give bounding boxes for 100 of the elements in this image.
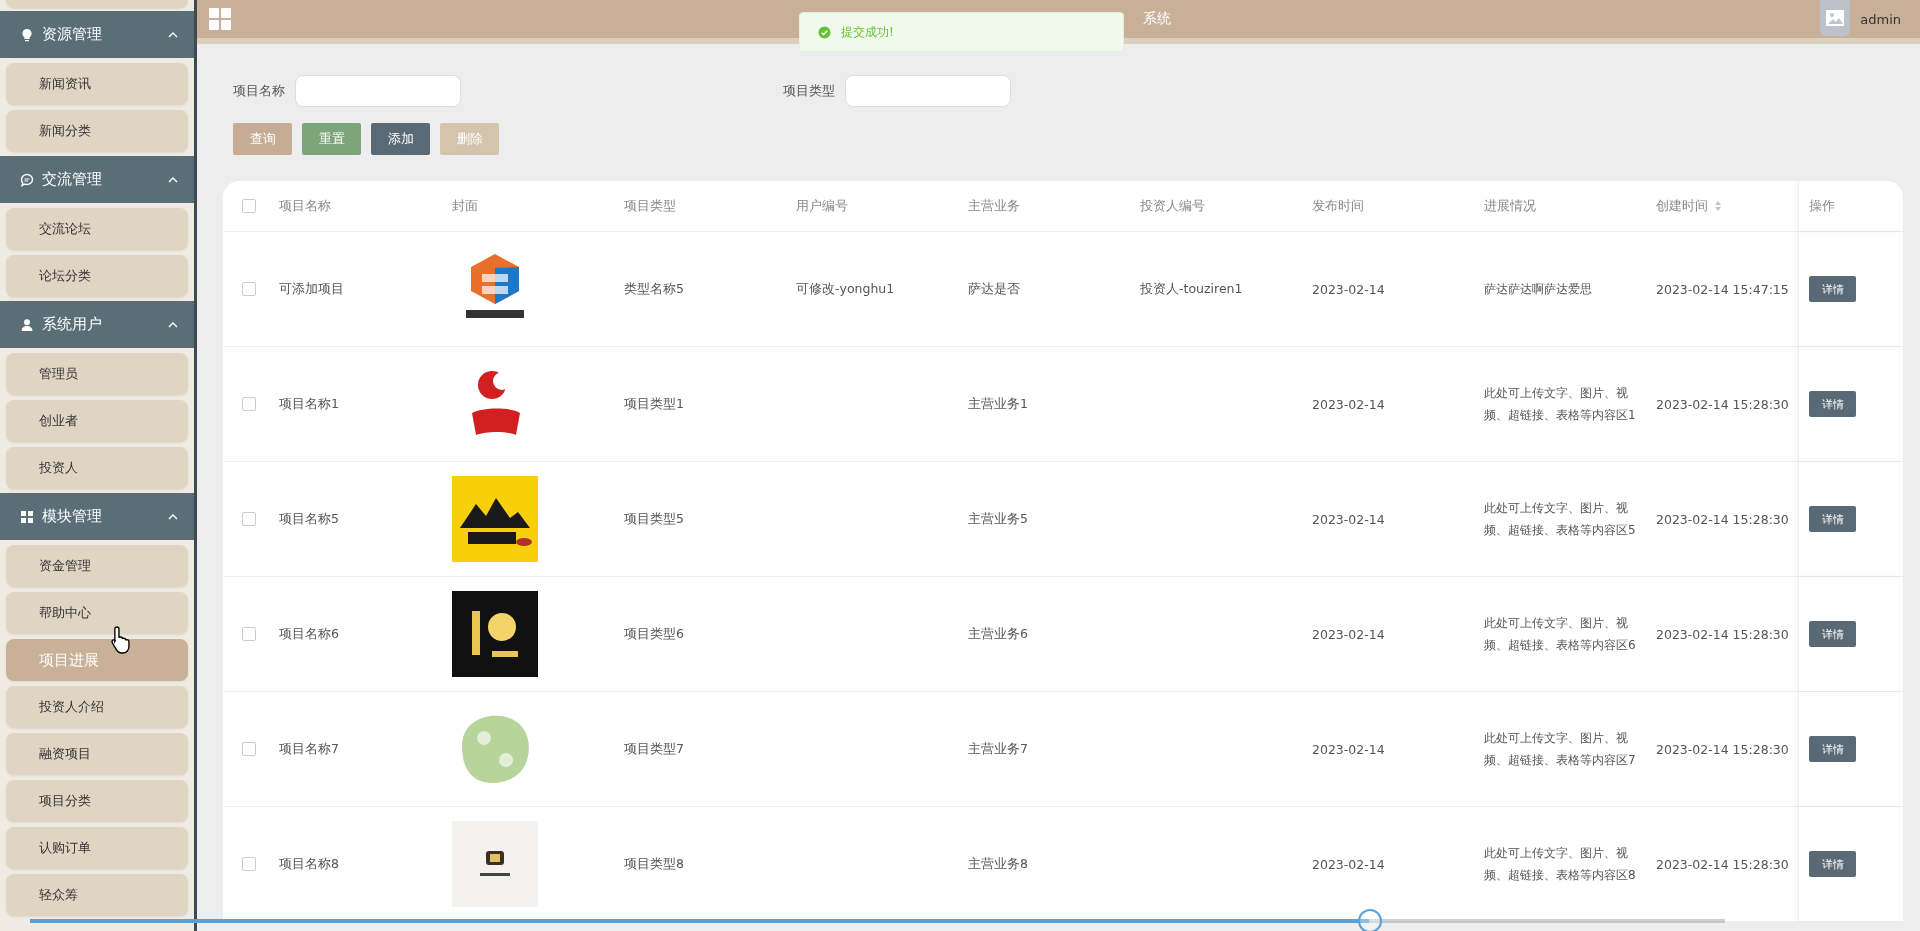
table-cell: 主营业务1 — [968, 395, 1028, 413]
menu-group-header[interactable]: 系统用户 — [0, 301, 194, 348]
column-header: 操作 — [1809, 197, 1835, 215]
menu-item[interactable]: 管理员 — [6, 353, 188, 395]
details-button[interactable]: 详情 — [1809, 736, 1856, 762]
caret-icon — [168, 321, 178, 328]
table-cell: 项目类型6 — [624, 625, 684, 643]
table-cell-text: 此处可上传文字、图片、视频、超链接、表格等内容区7 — [1484, 730, 1637, 769]
column-header: 进展情况 — [1484, 197, 1536, 215]
caret-icon — [168, 31, 178, 38]
menu-item[interactable]: 新闻分类 — [6, 110, 188, 152]
table-cell: 主营业务7 — [968, 740, 1028, 758]
table-cell: 2023-02-14 15:28:30 — [1656, 396, 1789, 412]
table-cell: 萨达是否 — [968, 280, 1020, 298]
checkbox[interactable] — [242, 627, 256, 641]
details-button[interactable]: 详情 — [1809, 621, 1856, 647]
table-cell: 2023-02-14 15:47:15 — [1656, 281, 1789, 297]
table-cell-text: 此处可上传文字、图片、视频、超链接、表格等内容区6 — [1484, 615, 1637, 654]
menu-item[interactable]: 创业者 — [6, 400, 188, 442]
checkbox[interactable] — [242, 282, 256, 296]
table-cell: 2023-02-14 — [1312, 741, 1385, 757]
table-cell: 项目名称6 — [279, 625, 339, 643]
table-cell: 2023-02-14 — [1312, 856, 1385, 872]
field-label: 项目名称 — [233, 82, 285, 100]
column-header: 发布时间 — [1312, 197, 1364, 215]
input-field[interactable] — [295, 75, 461, 107]
bulb-icon — [20, 27, 34, 42]
caret-icon — [168, 176, 178, 183]
avatar[interactable] — [1820, 0, 1851, 36]
table-cell-text: 此处可上传文字、图片、视频、超链接、表格等内容区8 — [1484, 845, 1637, 884]
checkbox[interactable] — [242, 199, 256, 213]
checkbox[interactable] — [242, 397, 256, 411]
menu-item[interactable]: 投资人介绍 — [6, 686, 188, 728]
caret-icon — [168, 513, 178, 520]
column-header: 封面 — [452, 197, 478, 215]
details-button[interactable]: 详情 — [1809, 391, 1856, 417]
menu-group-title: 资源管理 — [42, 25, 103, 44]
grid-icon[interactable] — [209, 8, 231, 30]
add-button[interactable]: 添加 — [371, 123, 430, 155]
table-cell: 主营业务6 — [968, 625, 1028, 643]
table-cell: 2023-02-14 — [1312, 511, 1385, 527]
menu-group-header[interactable]: 模块管理 — [0, 493, 194, 540]
column-header: 用户编号 — [796, 197, 848, 215]
table-cell: 项目名称1 — [279, 395, 339, 413]
menu-group-title: 交流管理 — [42, 170, 103, 189]
table-cell: 2023-02-14 15:28:30 — [1656, 856, 1789, 872]
column-header[interactable]: 创建时间 — [1656, 197, 1708, 215]
menu-item[interactable]: 认购订单 — [6, 827, 188, 869]
table-cell: 项目类型5 — [624, 510, 684, 528]
menu-item[interactable] — [6, 0, 188, 9]
video-progress-track[interactable] — [30, 909, 1725, 931]
table-cell: 项目类型7 — [624, 740, 684, 758]
checkbox[interactable] — [242, 512, 256, 526]
table-cell: 类型名称5 — [624, 280, 684, 298]
details-button[interactable]: 详情 — [1809, 276, 1856, 302]
table-cell: 可添加项目 — [279, 280, 344, 298]
menu-item[interactable]: 论坛分类 — [6, 255, 188, 297]
table-cell: 项目名称8 — [279, 855, 339, 873]
table-cell: 2023-02-14 — [1312, 281, 1385, 297]
menu-item[interactable]: 交流论坛 — [6, 208, 188, 250]
menu-item[interactable]: 轻众筹 — [6, 874, 188, 916]
column-header: 项目类型 — [624, 197, 676, 215]
table-cell-text: 萨达萨达啊萨达爱思 — [1484, 281, 1593, 298]
table-cell-text: 此处可上传文字、图片、视频、超链接、表格等内容区5 — [1484, 500, 1637, 539]
table-cell: 2023-02-14 15:28:30 — [1656, 511, 1789, 527]
checkbox[interactable] — [242, 857, 256, 871]
menu-item[interactable]: 帮助中心 — [6, 592, 188, 634]
video-progress-handle[interactable] — [1358, 909, 1383, 931]
table-cell: 主营业务8 — [968, 855, 1028, 873]
table-cell: 2023-02-14 15:28:30 — [1656, 626, 1789, 642]
menu-group-header[interactable]: 交流管理 — [0, 156, 194, 203]
column-header: 投资人编号 — [1140, 197, 1205, 215]
column-header: 主营业务 — [968, 197, 1020, 215]
table-cell: 2023-02-14 — [1312, 626, 1385, 642]
column-header: 项目名称 — [279, 197, 331, 215]
menu-item[interactable]: 投资人 — [6, 447, 188, 489]
app-title: 系统 — [1143, 10, 1171, 28]
image-icon — [1825, 8, 1846, 28]
chat-icon — [20, 172, 34, 187]
sort-icon[interactable] — [1714, 200, 1722, 212]
grid-icon — [20, 509, 34, 524]
table-cell: 项目名称5 — [279, 510, 339, 528]
details-button[interactable]: 详情 — [1809, 506, 1856, 532]
menu-group-header[interactable]: 资源管理 — [0, 11, 194, 58]
table-cell: 主营业务5 — [968, 510, 1028, 528]
menu-item[interactable]: 资金管理 — [6, 545, 188, 587]
user-name[interactable]: admin — [1860, 11, 1901, 27]
table-cell: 投资人-touziren1 — [1140, 280, 1243, 298]
menu-item[interactable]: 项目分类 — [6, 780, 188, 822]
menu-item[interactable]: 新闻资讯 — [6, 63, 188, 105]
table-cell: 可修改-yonghu1 — [796, 280, 895, 298]
input-field[interactable] — [845, 75, 1011, 107]
table-cell: 项目类型8 — [624, 855, 684, 873]
check-circle-icon — [818, 25, 831, 39]
table-cell: 2023-02-14 15:28:30 — [1656, 741, 1789, 757]
details-button[interactable]: 详情 — [1809, 851, 1856, 877]
toast-message: 提交成功! — [841, 23, 894, 41]
menu-item[interactable]: 融资项目 — [6, 733, 188, 775]
table-cell-text: 此处可上传文字、图片、视频、超链接、表格等内容区1 — [1484, 385, 1637, 424]
checkbox[interactable] — [242, 742, 256, 756]
